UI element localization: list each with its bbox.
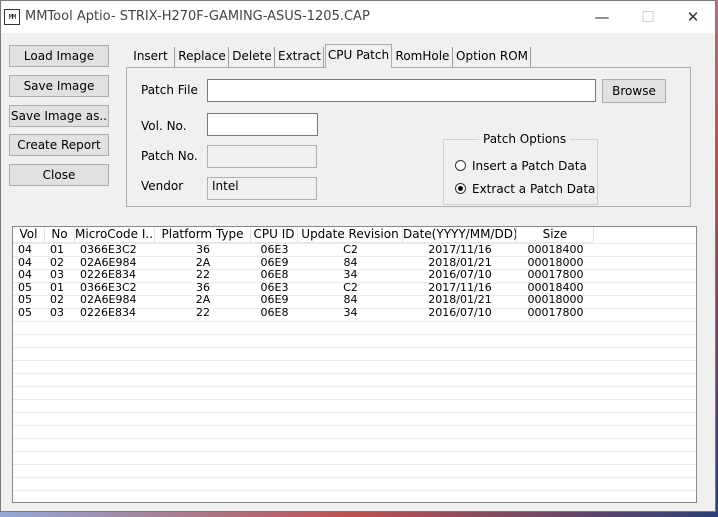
column-header-date[interactable]: Date(YYYY/MM/DD) [403, 227, 517, 243]
cell-cpu-id: 06E8 [260, 306, 289, 319]
cell-platform-type: 36 [196, 243, 210, 256]
cell-platform-type: 36 [196, 280, 210, 294]
cell-platform-type: 22 [196, 268, 210, 282]
cell-date: 2018/01/21 [428, 255, 492, 269]
tab-replace[interactable]: Replace [176, 47, 229, 68]
cell-microcode: 0366E3C2 [80, 243, 137, 256]
cell-no: 02 [50, 293, 64, 307]
cell-update-revision: C2 [343, 280, 358, 294]
column-header-cpu-id[interactable]: CPU ID [251, 227, 298, 243]
load-image-button[interactable]: Load Image [9, 45, 109, 67]
cell-microcode: 02A6E984 [80, 255, 137, 269]
column-header-vol[interactable]: Vol [13, 227, 45, 243]
cell-size: 00017800 [527, 268, 584, 282]
cell-size: 00017800 [527, 306, 584, 319]
vol-no-label: Vol. No. [141, 119, 187, 133]
tab-insert[interactable]: Insert [127, 47, 175, 68]
column-header-microcode[interactable]: MicroCode I... [75, 227, 155, 243]
cell-date: 2018/01/21 [428, 293, 492, 307]
insert-patch-option[interactable]: Insert a Patch Data [455, 159, 587, 173]
maximize-button: ☐ [641, 8, 655, 26]
cell-microcode: 0226E834 [80, 306, 136, 319]
cell-update-revision: C2 [343, 243, 358, 256]
insert-patch-label: Insert a Patch Data [472, 159, 587, 173]
minimize-button[interactable]: — [579, 1, 625, 33]
cell-microcode: 0366E3C2 [80, 280, 137, 294]
cell-platform-type: 22 [196, 306, 210, 319]
cell-no: 02 [50, 255, 64, 269]
cell-vol: 04 [18, 243, 32, 256]
vendor-field: Intel [207, 177, 317, 200]
window-title: MMTool Aptio- STRIX-H270F-GAMING-ASUS-12… [25, 9, 370, 24]
cell-vol: 05 [18, 293, 32, 307]
cell-microcode: 02A6E984 [80, 293, 137, 307]
cell-cpu-id: 06E9 [260, 255, 289, 269]
tab-cpu-patch[interactable]: CPU Patch [325, 44, 392, 68]
cell-size: 00018000 [527, 293, 584, 307]
save-image-as-button[interactable]: Save Image as.. [9, 105, 109, 127]
column-header-platform-type[interactable]: Platform Type [155, 227, 251, 243]
cell-update-revision: 84 [343, 293, 358, 307]
patch-file-label: Patch File [141, 83, 198, 97]
radio-checked-icon[interactable] [455, 183, 466, 194]
cell-cpu-id: 06E3 [260, 243, 289, 256]
cell-no: 01 [50, 243, 64, 256]
cell-platform-type: 2A [195, 293, 211, 307]
cell-update-revision: 34 [343, 306, 358, 319]
cell-no: 03 [50, 306, 64, 319]
tab-extract[interactable]: Extract [276, 47, 324, 68]
title-bar: MM MMTool Aptio- STRIX-H270F-GAMING-ASUS… [1, 1, 715, 33]
cell-platform-type: 2A [195, 255, 211, 269]
cell-vol: 04 [18, 268, 32, 282]
column-header-update-revision[interactable]: Update Revision [298, 227, 403, 243]
cell-vol: 05 [18, 306, 32, 319]
patch-no-field [207, 145, 317, 168]
close-button[interactable]: Close [9, 164, 109, 186]
column-header-no[interactable]: No [45, 227, 75, 243]
app-icon: MM [4, 9, 20, 25]
cell-date: 2017/11/16 [428, 243, 492, 256]
cell-size: 00018400 [527, 280, 584, 294]
cell-date: 2017/11/16 [428, 280, 492, 294]
browse-button[interactable]: Browse [602, 79, 666, 103]
vol-no-input[interactable] [207, 113, 318, 136]
radio-unchecked-icon[interactable] [455, 160, 466, 171]
cell-update-revision: 84 [343, 255, 358, 269]
patch-options-title: Patch Options [479, 132, 571, 146]
cell-cpu-id: 06E3 [260, 280, 289, 294]
cell-vol: 05 [18, 280, 32, 294]
cell-microcode: 0226E834 [80, 268, 136, 282]
create-report-button[interactable]: Create Report [9, 134, 109, 156]
cell-no: 03 [50, 268, 64, 282]
cell-vol: 04 [18, 255, 32, 269]
vendor-label: Vendor [141, 179, 184, 193]
extract-patch-option[interactable]: Extract a Patch Data [455, 182, 595, 196]
cell-size: 00018400 [527, 243, 584, 256]
tab-option-rom[interactable]: Option ROM [454, 47, 531, 68]
tab-romhole[interactable]: RomHole [393, 47, 453, 68]
cell-date: 2016/07/10 [428, 306, 492, 319]
patch-file-input[interactable] [207, 79, 596, 102]
save-image-button[interactable]: Save Image [9, 75, 109, 97]
microcode-table[interactable]: Vol No MicroCode I... Platform Type CPU … [12, 226, 697, 503]
column-header-size[interactable]: Size [517, 227, 594, 243]
cell-no: 01 [50, 280, 64, 294]
cell-date: 2016/07/10 [428, 268, 492, 282]
cell-cpu-id: 06E9 [260, 293, 289, 307]
cell-size: 00018000 [527, 255, 584, 269]
close-window-button[interactable]: ✕ [670, 1, 716, 33]
app-window: MM MMTool Aptio- STRIX-H270F-GAMING-ASUS… [0, 0, 716, 512]
patch-no-label: Patch No. [141, 149, 198, 163]
tab-delete[interactable]: Delete [230, 47, 275, 68]
cell-update-revision: 34 [343, 268, 358, 282]
cell-cpu-id: 06E8 [260, 268, 289, 282]
extract-patch-label: Extract a Patch Data [472, 182, 596, 196]
